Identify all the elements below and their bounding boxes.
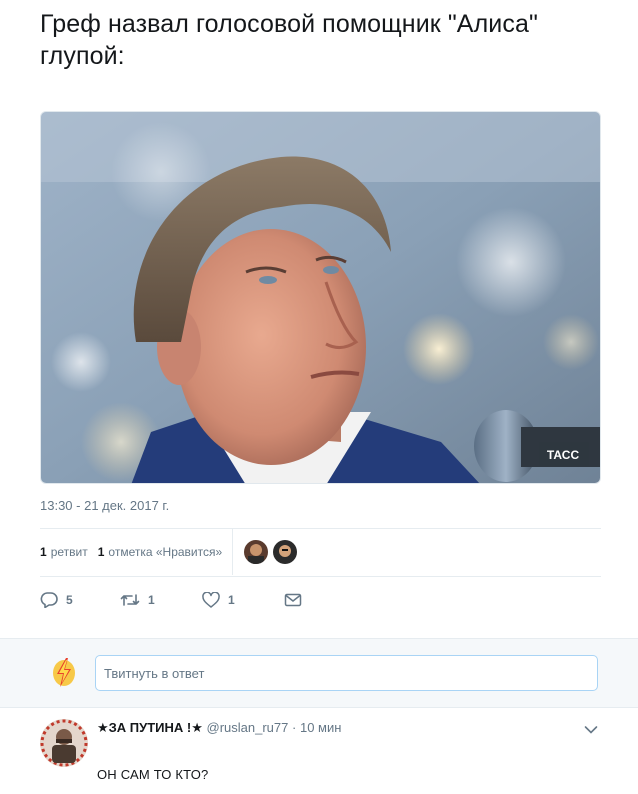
tweet-stats: 1 ретвит 1 отметка «Нравится» xyxy=(40,528,601,576)
direct-message-action[interactable] xyxy=(284,593,302,607)
reply-icon xyxy=(40,592,58,608)
like-action[interactable]: 1 xyxy=(202,592,284,608)
reply-action[interactable]: 5 xyxy=(40,592,120,608)
like-count: 1 xyxy=(97,545,105,559)
reply-time[interactable]: 10 мин xyxy=(300,720,341,735)
like-action-count: 1 xyxy=(228,593,235,607)
retweet-stat[interactable]: 1 ретвит xyxy=(40,545,88,559)
reply-input[interactable] xyxy=(95,655,598,691)
divider xyxy=(40,576,601,577)
reply-text: ОН САМ ТО КТО? xyxy=(97,767,209,782)
tweet-photo[interactable]: ТАСС xyxy=(40,111,601,484)
chevron-down-icon[interactable] xyxy=(584,722,598,740)
tweet-timestamp[interactable]: 13:30 - 21 дек. 2017 г. xyxy=(40,498,169,513)
reply-count: 5 xyxy=(66,593,73,607)
tweet-text: Греф назвал голосовой помощник "Алиса" г… xyxy=(40,10,538,70)
tass-watermark: ТАСС xyxy=(547,448,580,462)
photo-of-man-at-microphone: ТАСС xyxy=(41,112,600,483)
reply-separator: · xyxy=(292,720,297,735)
envelope-icon xyxy=(284,593,302,607)
reply-header: ★ЗА ПУТИНА !★ @ruslan_ru77 · 10 мин xyxy=(97,720,341,736)
heart-icon xyxy=(202,592,220,608)
reply-author-avatar[interactable] xyxy=(40,719,88,767)
retweet-icon xyxy=(120,594,140,606)
lightning-avatar-icon xyxy=(53,658,75,687)
stats-separator xyxy=(232,529,234,575)
retweet-action-count: 1 xyxy=(148,593,155,607)
retweet-label: ретвит xyxy=(50,545,88,559)
retweeter-avatar[interactable] xyxy=(273,540,298,564)
reply-tweet[interactable]: ★ЗА ПУТИНА !★ @ruslan_ru77 · 10 мин ОН С… xyxy=(0,707,638,794)
retweet-count: 1 xyxy=(40,545,47,559)
current-user-avatar[interactable] xyxy=(51,655,77,689)
reply-composer xyxy=(0,638,638,708)
retweet-action[interactable]: 1 xyxy=(120,592,202,608)
liker-avatar[interactable] xyxy=(244,540,269,564)
like-label: отметка «Нравится» xyxy=(108,545,223,559)
tweet-actions: 5 1 1 xyxy=(40,587,302,613)
reply-author-name[interactable]: ★ЗА ПУТИНА !★ xyxy=(97,720,203,735)
reply-author-handle[interactable]: @ruslan_ru77 xyxy=(207,720,289,735)
like-stat[interactable]: 1 отметка «Нравится» xyxy=(98,545,222,559)
